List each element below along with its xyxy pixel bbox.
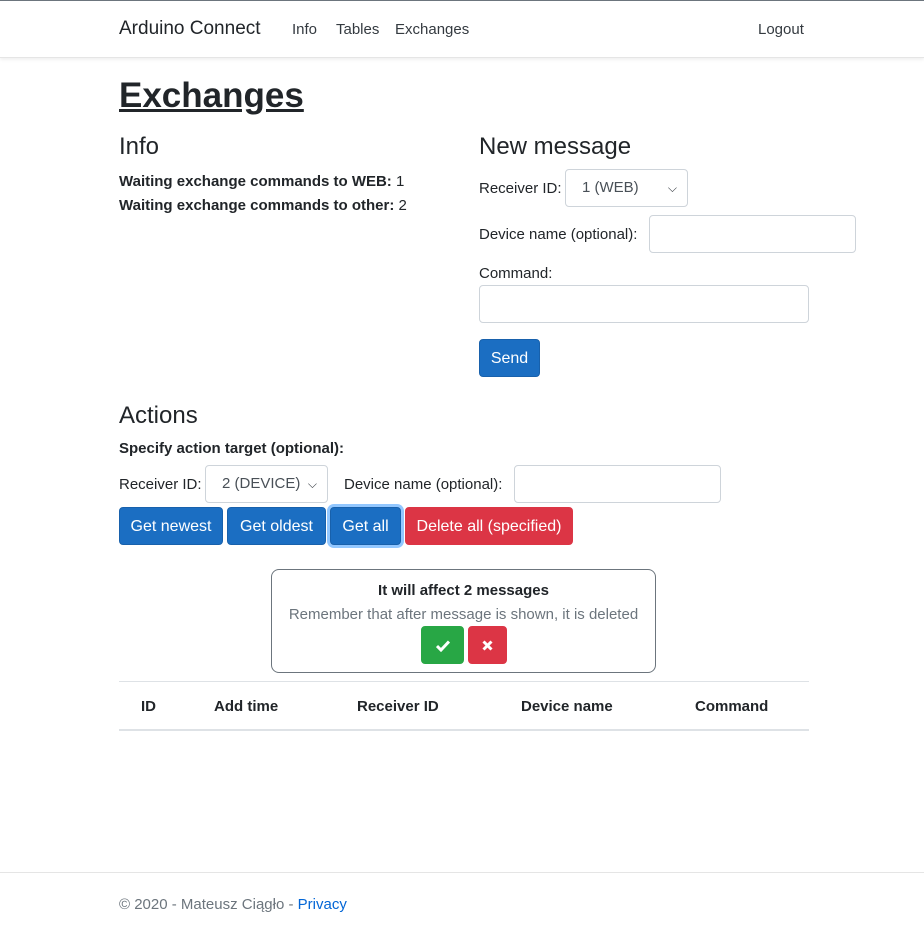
footer: © 2020 - Mateusz Ciągło - Privacy <box>0 872 924 932</box>
info-web-line: Waiting exchange commands to WEB: 1 <box>119 173 404 190</box>
page-title: Exchanges <box>119 76 304 115</box>
nav-link-info[interactable]: Info <box>292 21 317 38</box>
footer-copyright: © 2020 - Mateusz Ciągło - <box>119 896 298 913</box>
confirm-title: It will affect 2 messages <box>378 582 549 599</box>
action-device-label: Device name (optional): <box>344 476 503 493</box>
info-web-value: 1 <box>395 173 405 190</box>
column-header-device-name: Device name <box>521 698 613 715</box>
privacy-link[interactable]: Privacy <box>298 896 347 913</box>
info-other-label: Waiting exchange commands to other: <box>119 197 395 214</box>
chevron-down-icon: ⌵ <box>307 477 317 491</box>
action-target-label: Specify action target (optional): <box>119 440 345 457</box>
actions-heading: Actions <box>119 402 198 429</box>
navbar: Arduino Connect Info Tables Exchanges Lo… <box>0 0 924 58</box>
nav-link-exchanges[interactable]: Exchanges <box>395 21 469 38</box>
action-receiver-label: Receiver ID: <box>119 476 202 493</box>
confirm-dialog: It will affect 2 messages Remember that … <box>271 569 656 673</box>
new-message-heading: New message <box>479 133 632 160</box>
get-oldest-button[interactable]: Get oldest <box>227 507 326 545</box>
new-device-label: Device name (optional): <box>479 226 638 243</box>
nav-link-tables[interactable]: Tables <box>336 21 379 38</box>
footer-text: © 2020 - Mateusz Ciągło - Privacy <box>119 896 347 913</box>
new-command-input[interactable] <box>479 285 809 323</box>
delete-all-button[interactable]: Delete all (specified) <box>405 507 573 545</box>
confirm-button[interactable] <box>421 626 464 664</box>
get-all-button[interactable]: Get all <box>330 507 401 545</box>
info-other-value: 2 <box>398 197 407 214</box>
action-receiver-value: 2 (DEVICE) <box>222 475 301 492</box>
column-header-id: ID <box>141 698 156 715</box>
info-heading: Info <box>119 133 160 160</box>
close-icon <box>482 640 493 651</box>
column-header-command: Command <box>695 698 769 715</box>
info-other-line: Waiting exchange commands to other: 2 <box>119 197 407 214</box>
column-header-receiver-id: Receiver ID <box>357 698 439 715</box>
cancel-button[interactable] <box>468 626 507 664</box>
new-receiver-value: 1 (WEB) <box>582 179 639 196</box>
logout-link[interactable]: Logout <box>758 21 804 38</box>
get-newest-button[interactable]: Get newest <box>119 507 223 545</box>
brand-link[interactable]: Arduino Connect <box>119 18 261 40</box>
info-web-label: Waiting exchange commands to WEB: <box>119 173 392 190</box>
new-device-input[interactable] <box>649 215 856 253</box>
action-receiver-select[interactable]: 2 (DEVICE) ⌵ <box>205 465 328 503</box>
messages-table-header: ID Add time Receiver ID Device name Comm… <box>119 681 809 731</box>
new-receiver-label: Receiver ID: <box>479 180 562 197</box>
column-header-add-time: Add time <box>214 698 279 715</box>
new-receiver-select[interactable]: 1 (WEB) ⌵ <box>565 169 688 207</box>
check-icon <box>435 640 450 652</box>
action-device-input[interactable] <box>514 465 721 503</box>
chevron-down-icon: ⌵ <box>667 181 677 195</box>
send-button[interactable]: Send <box>479 339 540 377</box>
confirm-subtitle: Remember that after message is shown, it… <box>288 606 639 623</box>
new-command-label: Command: <box>479 265 553 282</box>
